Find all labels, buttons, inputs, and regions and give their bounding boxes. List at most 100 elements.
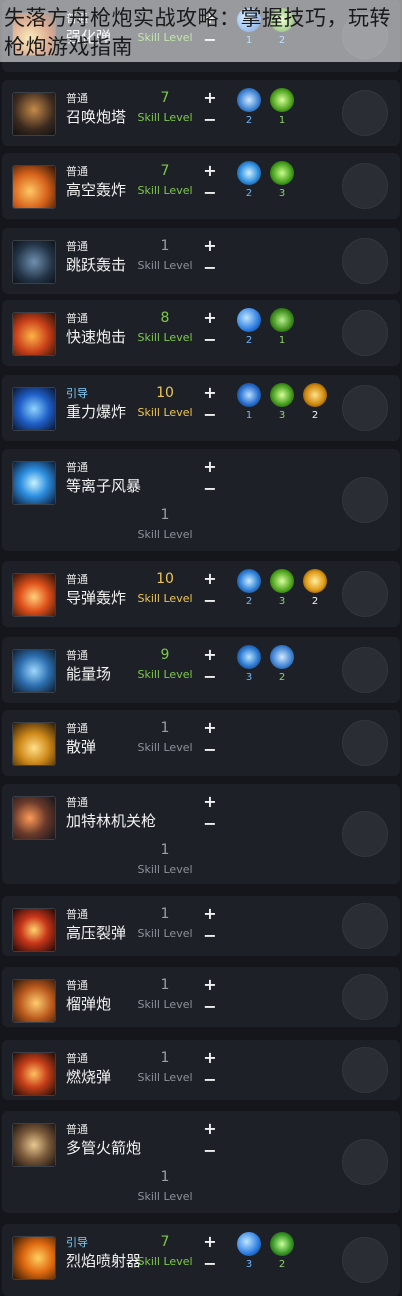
skill-name: 高空轰炸 bbox=[66, 181, 127, 199]
skill-row: 引导 烈焰喷射器 7 Skill Level + −3 2 bbox=[2, 1224, 400, 1296]
stopwatch-icon[interactable] bbox=[270, 645, 294, 669]
skill-icon bbox=[12, 649, 56, 693]
level-up-button[interactable]: + bbox=[202, 385, 218, 401]
skill-icon bbox=[12, 796, 56, 840]
skill-row: 普通 能量场 9 Skill Level + − 3 2 bbox=[2, 637, 400, 703]
gold-burst-icon[interactable] bbox=[303, 569, 327, 593]
rune-slot[interactable] bbox=[342, 1139, 388, 1185]
skill-type-label: 普通 bbox=[66, 461, 88, 474]
skill-level-value: 1 bbox=[160, 1050, 170, 1066]
level-up-button[interactable]: + bbox=[202, 571, 218, 587]
skill-level-label: Skill Level bbox=[137, 1190, 193, 1203]
gold-swirl-icon[interactable] bbox=[303, 383, 327, 407]
skill-icon bbox=[12, 722, 56, 766]
level-up-button[interactable]: + bbox=[202, 794, 218, 810]
blue-hand-icon[interactable] bbox=[237, 569, 261, 593]
skill-type-label: 普通 bbox=[66, 165, 88, 178]
rune-slot[interactable] bbox=[342, 571, 388, 617]
level-up-button[interactable]: + bbox=[202, 163, 218, 179]
level-down-button[interactable]: − bbox=[202, 1072, 218, 1088]
skill-icon bbox=[12, 1052, 56, 1096]
skill-level-value: 7 bbox=[160, 1234, 170, 1250]
rune-slot[interactable] bbox=[342, 647, 388, 693]
level-up-button[interactable]: + bbox=[202, 238, 218, 254]
skill-row: 普通 导弹轰炸 10 Skill Level + − 2 3 2 bbox=[2, 561, 400, 627]
tripod-level-number: 2 bbox=[245, 115, 253, 126]
level-down-button[interactable]: − bbox=[202, 1256, 218, 1272]
skill-level-value: 7 bbox=[160, 163, 170, 179]
skill-type-label: 引导 bbox=[66, 387, 88, 400]
level-up-button[interactable]: + bbox=[202, 1234, 218, 1250]
skill-name: 重力爆炸 bbox=[66, 403, 127, 421]
level-down-button[interactable]: − bbox=[202, 593, 218, 609]
blue-orb-icon[interactable] bbox=[237, 308, 261, 332]
green-target-icon[interactable] bbox=[270, 1232, 294, 1256]
level-up-button[interactable]: + bbox=[202, 647, 218, 663]
level-up-button[interactable]: + bbox=[202, 459, 218, 475]
skill-icon bbox=[12, 1236, 56, 1280]
blue-slash-icon[interactable] bbox=[237, 383, 261, 407]
rune-slot[interactable] bbox=[342, 477, 388, 523]
level-down-button[interactable]: − bbox=[202, 185, 218, 201]
skill-level-label: Skill Level bbox=[137, 1255, 193, 1268]
green-down-icon[interactable] bbox=[270, 308, 294, 332]
stopwatch-icon[interactable] bbox=[237, 88, 261, 112]
level-up-button[interactable]: + bbox=[202, 310, 218, 326]
skill-level-value: 1 bbox=[160, 507, 170, 523]
blue-arrow-icon[interactable] bbox=[237, 161, 261, 185]
rune-slot[interactable] bbox=[342, 90, 388, 136]
level-down-button[interactable]: − bbox=[202, 742, 218, 758]
level-down-button[interactable]: − bbox=[202, 481, 218, 497]
rune-slot[interactable] bbox=[342, 903, 388, 949]
skill-icon bbox=[12, 908, 56, 952]
tripod-level-number: 3 bbox=[278, 596, 286, 607]
level-up-button[interactable]: + bbox=[202, 720, 218, 736]
rune-slot[interactable] bbox=[342, 163, 388, 209]
tripod-level-number: 2 bbox=[245, 188, 253, 199]
level-up-button[interactable]: + bbox=[202, 977, 218, 993]
skill-row: 普通 榴弹炮 1 Skill Level + − bbox=[2, 967, 400, 1027]
skill-row: 普通 多管火箭炮 1 Skill Level + − bbox=[2, 1111, 400, 1213]
rune-slot[interactable] bbox=[342, 720, 388, 766]
green-hand-icon[interactable] bbox=[270, 383, 294, 407]
level-up-button[interactable]: + bbox=[202, 1121, 218, 1137]
skill-level-value: 8 bbox=[160, 310, 170, 326]
level-down-button[interactable]: − bbox=[202, 112, 218, 128]
level-down-button[interactable]: − bbox=[202, 332, 218, 348]
level-down-button[interactable]: − bbox=[202, 928, 218, 944]
level-down-button[interactable]: − bbox=[202, 1143, 218, 1159]
skill-name: 召唤炮塔 bbox=[66, 108, 127, 126]
skill-row: 普通 高压裂弹 1 Skill Level + − bbox=[2, 896, 400, 956]
skill-icon bbox=[12, 979, 56, 1023]
skill-level-label: Skill Level bbox=[137, 111, 193, 124]
rune-slot[interactable] bbox=[342, 238, 388, 284]
level-down-button[interactable]: − bbox=[202, 669, 218, 685]
level-up-button[interactable]: + bbox=[202, 90, 218, 106]
skill-row: 普通 加特林机关枪 1 Skill Level + − bbox=[2, 784, 400, 884]
rune-slot[interactable] bbox=[342, 1237, 388, 1283]
skill-type-label: 普通 bbox=[66, 240, 88, 253]
rune-slot[interactable] bbox=[342, 974, 388, 1020]
green-claw-icon[interactable] bbox=[270, 161, 294, 185]
green-burst-icon[interactable] bbox=[270, 88, 294, 112]
blue-orb-icon[interactable] bbox=[237, 1232, 261, 1256]
skill-level-label: Skill Level bbox=[137, 259, 193, 272]
level-down-button[interactable]: − bbox=[202, 407, 218, 423]
level-down-button[interactable]: − bbox=[202, 260, 218, 276]
level-down-button[interactable]: − bbox=[202, 816, 218, 832]
skill-level-label: Skill Level bbox=[137, 331, 193, 344]
rune-slot[interactable] bbox=[342, 811, 388, 857]
skill-name: 燃烧弹 bbox=[66, 1068, 112, 1086]
level-down-button[interactable]: − bbox=[202, 999, 218, 1015]
skill-row: 普通 跳跃轰击 1 Skill Level + − bbox=[2, 228, 400, 294]
skill-level-value: 10 bbox=[156, 571, 174, 587]
rune-slot[interactable] bbox=[342, 385, 388, 431]
green-burst-icon[interactable] bbox=[270, 569, 294, 593]
blue-drop-icon[interactable] bbox=[237, 645, 261, 669]
rune-slot[interactable] bbox=[342, 310, 388, 356]
level-up-button[interactable]: + bbox=[202, 1050, 218, 1066]
level-up-button[interactable]: + bbox=[202, 906, 218, 922]
skill-level-value: 1 bbox=[160, 906, 170, 922]
rune-slot[interactable] bbox=[342, 1047, 388, 1093]
tripod-level-number: 2 bbox=[278, 672, 286, 683]
